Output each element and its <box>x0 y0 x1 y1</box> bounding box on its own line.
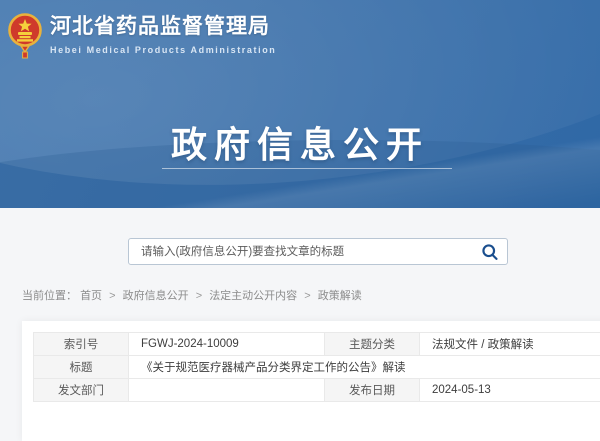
site-name-english: Hebei Medical Products Administration <box>50 45 276 55</box>
search-icon <box>481 243 499 261</box>
page-title: 政府信息公开 <box>0 116 600 168</box>
field-value-publish-date: 2024-05-13 <box>420 379 600 402</box>
field-value-issuing-department <box>129 379 325 402</box>
national-emblem-icon <box>8 12 42 64</box>
search-input[interactable] <box>129 239 473 264</box>
header-banner: 河北省药品监督管理局 Hebei Medical Products Admini… <box>0 0 600 208</box>
table-row: 标题 《关于规范医疗器械产品分类界定工作的公告》解读 <box>34 356 600 379</box>
field-label-index-number: 索引号 <box>34 333 129 356</box>
breadcrumb-prefix: 当前位置： <box>22 290 77 302</box>
document-meta-table: 索引号 FGWJ-2024-10009 主题分类 法规文件 / 政策解读 标题 … <box>33 332 600 402</box>
field-value-topic-category: 法规文件 / 政策解读 <box>420 333 600 356</box>
breadcrumb-separator: > <box>196 290 202 302</box>
field-label-topic-category: 主题分类 <box>325 333 420 356</box>
field-label-issuing-department: 发文部门 <box>34 379 129 402</box>
breadcrumb-link-home[interactable]: 首页 <box>80 290 102 302</box>
table-row: 发文部门 发布日期 2024-05-13 <box>34 379 600 402</box>
breadcrumb-link-policy-interpretation[interactable]: 政策解读 <box>318 290 362 302</box>
document-info-card: 索引号 FGWJ-2024-10009 主题分类 法规文件 / 政策解读 标题 … <box>22 321 600 441</box>
search-button[interactable] <box>473 239 507 264</box>
breadcrumb-separator: > <box>109 290 115 302</box>
title-underline <box>162 168 452 169</box>
breadcrumb: 当前位置： 首页 > 政府信息公开 > 法定主动公开内容 > 政策解读 <box>22 287 362 303</box>
breadcrumb-link-gov-info[interactable]: 政府信息公开 <box>123 290 189 302</box>
field-label-title: 标题 <box>34 356 129 379</box>
field-label-publish-date: 发布日期 <box>325 379 420 402</box>
breadcrumb-separator: > <box>304 290 310 302</box>
table-row: 索引号 FGWJ-2024-10009 主题分类 法规文件 / 政策解读 <box>34 333 600 356</box>
breadcrumb-link-statutory-disclosure[interactable]: 法定主动公开内容 <box>209 290 297 302</box>
site-name[interactable]: 河北省药品监督管理局 <box>50 14 276 40</box>
site-logo-block[interactable]: 河北省药品监督管理局 Hebei Medical Products Admini… <box>8 10 276 64</box>
search-box[interactable] <box>128 238 508 265</box>
field-value-title: 《关于规范医疗器械产品分类界定工作的公告》解读 <box>129 356 600 379</box>
field-value-index-number: FGWJ-2024-10009 <box>129 333 325 356</box>
